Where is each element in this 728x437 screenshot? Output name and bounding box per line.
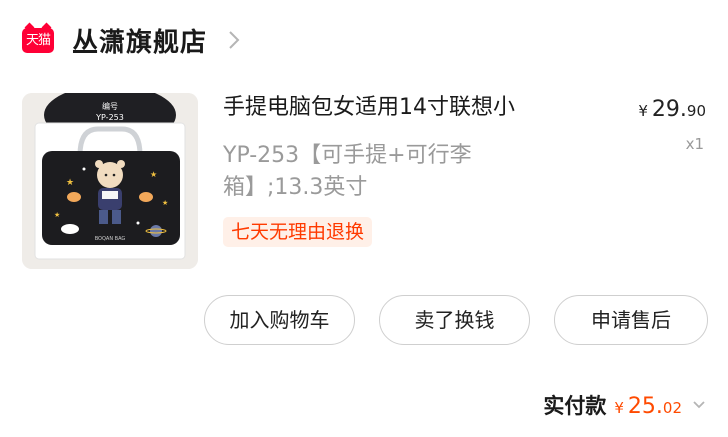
after-sale-button[interactable]: 申请售后 (554, 295, 708, 345)
payment-label: 实付款 (543, 394, 607, 418)
image-label-top: 编号 (102, 101, 118, 111)
chevron-right-icon[interactable] (227, 29, 241, 51)
payment-summary[interactable]: 实付款 ¥25. 02 (543, 390, 706, 420)
payment-currency: ¥ (614, 399, 624, 417)
image-label-code: YP-253 (95, 113, 124, 122)
store-name[interactable]: 丛潇旗舰店 (72, 22, 207, 59)
bag-brand-text: BOQAN BAG (95, 236, 126, 242)
price-currency: ¥ (638, 102, 648, 120)
product-image[interactable]: 编号 YP-253 ★ ★ ★ ★ BOQAN BAG (22, 93, 198, 269)
payment-decimal: 02 (662, 399, 682, 417)
item-quantity: x1 (685, 135, 704, 153)
order-card: 天猫 丛潇旗舰店 编号 YP-253 ★ ★ ★ ★ BOQAN BAG 手提电… (0, 0, 728, 437)
svg-text:★: ★ (150, 170, 157, 179)
item-price: ¥29.90 (638, 97, 706, 122)
price-integer: 29. (651, 97, 687, 122)
price-decimal: 90 (686, 102, 706, 120)
laptop-bag-illustration: 编号 YP-253 ★ ★ ★ ★ BOQAN BAG (22, 93, 198, 269)
add-to-cart-button[interactable]: 加入购物车 (204, 295, 355, 345)
svg-text:★: ★ (54, 211, 60, 219)
product-title[interactable]: 手提电脑包女适用14寸联想小 (223, 92, 603, 124)
resell-button[interactable]: 卖了换钱 (379, 295, 530, 345)
product-spec: YP-253【可手提+可行李箱】;13.3英寸 (223, 143, 472, 200)
return-policy-tag: 七天无理由退换 (223, 217, 373, 247)
payment-integer: 25. (627, 394, 663, 419)
store-header[interactable]: 天猫 丛潇旗舰店 (22, 18, 241, 62)
tmall-logo: 天猫 (22, 27, 54, 53)
chevron-down-icon[interactable] (692, 400, 706, 410)
svg-text:★: ★ (162, 199, 168, 207)
svg-text:★: ★ (66, 178, 74, 188)
order-actions: 加入购物车 卖了换钱 申请售后 (204, 295, 708, 345)
